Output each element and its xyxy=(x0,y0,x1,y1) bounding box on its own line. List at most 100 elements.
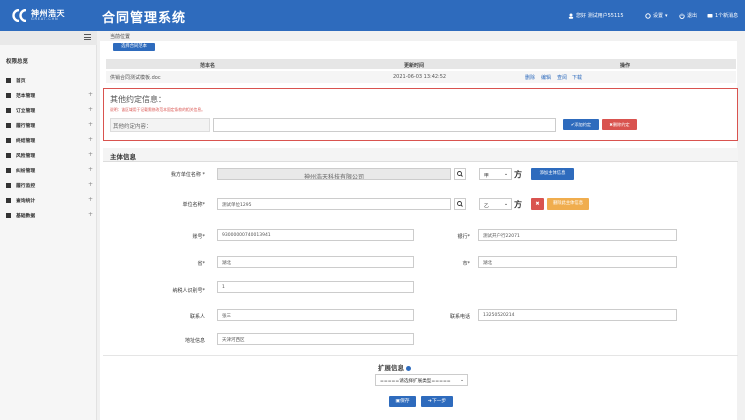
chevron-down-icon: ⌄ xyxy=(503,172,508,177)
template-updated: 2021-06-03 13:42:52 xyxy=(393,74,447,80)
sidebar-item-label: 查询统计 xyxy=(16,199,36,204)
party-b-select[interactable]: 乙 ⌄ xyxy=(479,198,512,210)
delete-subject-icon-button[interactable]: ✖ xyxy=(531,198,544,210)
bank-input[interactable]: 测试开户行22071 xyxy=(478,229,677,241)
expand-icon[interactable]: + xyxy=(88,166,93,173)
delete-link[interactable]: 删除 xyxy=(525,74,535,81)
delete-agreement-button[interactable]: ✖删除约定 xyxy=(602,119,637,130)
sidebar-item-terminate[interactable]: 终结管理 + xyxy=(0,134,97,148)
add-agreement-button[interactable]: ✔添加约定 xyxy=(563,119,599,130)
unit-name-input[interactable]: 测试单位1295 xyxy=(217,198,451,210)
sidebar-item-label: 纠纷管理 xyxy=(16,169,36,174)
sidebar-item-perform[interactable]: 履行管理 + xyxy=(0,119,97,133)
sidebar-item-dispute[interactable]: 纠纷管理 + xyxy=(0,164,97,178)
subject-section-header xyxy=(103,148,738,162)
gear-icon xyxy=(645,12,651,19)
taxid-label: 纳税人识别号* xyxy=(172,288,205,294)
gavel-icon xyxy=(6,168,11,173)
logout-label: 退出 xyxy=(687,13,698,19)
divider xyxy=(103,355,738,356)
chevron-down-icon: ▾ xyxy=(665,12,668,19)
logout-button[interactable]: 退出 xyxy=(679,12,697,19)
delete-subject-button[interactable]: 删除此主体信息 xyxy=(547,198,589,210)
sidebar-item-sign[interactable]: 订立管理 + xyxy=(0,104,97,118)
view-link[interactable]: 查阅 xyxy=(557,74,567,81)
next-label: 下一步 xyxy=(431,399,447,404)
account-label: 账号* xyxy=(192,234,205,240)
sidebar-header xyxy=(0,31,97,45)
template-name: 供销合同测试模板.doc xyxy=(110,75,161,81)
sidebar-item-label: 履行监控 xyxy=(16,184,36,189)
sidebar-item-stats[interactable]: 查询统计 + xyxy=(0,194,97,208)
our-unit-label: 我方单位名称 * xyxy=(170,172,205,178)
extend-title-text: 扩展信息 xyxy=(378,364,404,372)
sidebar-item-label: 范本管理 xyxy=(16,94,36,99)
search-icon xyxy=(457,171,463,177)
party-a-select[interactable]: 甲 ⌄ xyxy=(479,168,512,180)
sidebar-item-label: 首页 xyxy=(16,79,26,84)
chevron-down-icon: ⌄ xyxy=(503,202,508,207)
user-menu[interactable]: 您好 测试用户55115 xyxy=(568,12,624,19)
extend-type-select[interactable]: =====请选择扩展类型===== ⌄ xyxy=(375,374,468,386)
menu-toggle-icon[interactable] xyxy=(84,34,91,40)
monitor-icon xyxy=(6,183,11,188)
save-label: 保存 xyxy=(399,399,410,404)
extend-title: 扩展信息 xyxy=(378,362,412,372)
home-icon xyxy=(6,78,11,83)
extend-type-value: =====请选择扩展类型===== xyxy=(380,379,451,384)
info-icon xyxy=(406,365,412,371)
taxid-input[interactable]: 1 xyxy=(217,281,414,293)
chart-icon xyxy=(6,198,11,203)
column-header-name: 范本名 xyxy=(200,63,216,69)
next-button[interactable]: ➔下一步 xyxy=(421,396,453,407)
sidebar-item-label: 终结管理 xyxy=(16,139,36,144)
add-subject-button[interactable]: 添加主体信息 xyxy=(531,168,574,180)
search-button[interactable] xyxy=(454,198,466,210)
sidebar-item-label: 风险管理 xyxy=(16,154,36,159)
party-suffix: 方 xyxy=(514,200,522,209)
expand-icon[interactable]: + xyxy=(88,151,93,158)
unit-name-label: 单位名称* xyxy=(182,202,205,208)
messages-link[interactable]: 1个新消息 xyxy=(707,12,738,19)
sidebar-item-risk[interactable]: 风险管理 + xyxy=(0,149,97,163)
sidebar-item-template[interactable]: 范本管理 + xyxy=(0,89,97,103)
message-icon xyxy=(707,13,713,17)
expand-icon[interactable]: + xyxy=(88,121,93,128)
our-unit-field: 神州浩天科技有限公司 xyxy=(217,168,451,180)
phone-label: 联系电话 xyxy=(449,314,470,320)
settings-menu[interactable]: 设置 ▾ xyxy=(645,12,668,19)
sidebar-item-label: 订立管理 xyxy=(16,109,36,114)
address-label: 地址信息 xyxy=(184,338,205,344)
other-agreement-label: 其他约定内容： xyxy=(113,124,152,130)
address-input[interactable]: 天津河西区 xyxy=(217,333,414,345)
save-button[interactable]: ▣保存 xyxy=(389,396,416,407)
sidebar-item-label: 基础数据 xyxy=(16,214,36,219)
other-agreement-title: 其他约定信息： xyxy=(110,95,166,104)
choose-template-button[interactable]: 选择合同范本 xyxy=(113,43,155,51)
edit-link[interactable]: 编辑 xyxy=(541,74,551,81)
city-input[interactable]: 湖北 xyxy=(478,256,677,268)
search-icon xyxy=(457,201,463,207)
briefcase-icon xyxy=(6,138,11,143)
expand-icon[interactable]: + xyxy=(88,196,93,203)
expand-icon[interactable]: + xyxy=(88,181,93,188)
phone-input[interactable]: 13250520214 xyxy=(478,309,677,321)
chevron-down-icon: ⌄ xyxy=(460,378,464,383)
other-agreement-panel xyxy=(103,88,738,141)
contact-label: 联系人 xyxy=(189,314,205,320)
subject-section-title: 主体信息 xyxy=(110,153,136,161)
sidebar-item-monitor[interactable]: 履行监控 + xyxy=(0,179,97,193)
search-button[interactable] xyxy=(454,168,466,180)
expand-icon[interactable]: + xyxy=(88,106,93,113)
expand-icon[interactable]: + xyxy=(88,211,93,218)
file-icon xyxy=(6,93,11,98)
download-link[interactable]: 下载 xyxy=(572,74,582,81)
party-suffix: 方 xyxy=(514,170,522,179)
sidebar-item-basedata[interactable]: 基础数据 + xyxy=(0,209,97,223)
expand-icon[interactable]: + xyxy=(88,91,93,98)
user-greeting: 您好 测试用户55115 xyxy=(576,13,624,19)
sidebar-item-home[interactable]: 首页 xyxy=(0,74,97,88)
other-agreement-input[interactable] xyxy=(213,118,556,132)
expand-icon[interactable]: + xyxy=(88,136,93,143)
logo-icon xyxy=(12,8,30,23)
